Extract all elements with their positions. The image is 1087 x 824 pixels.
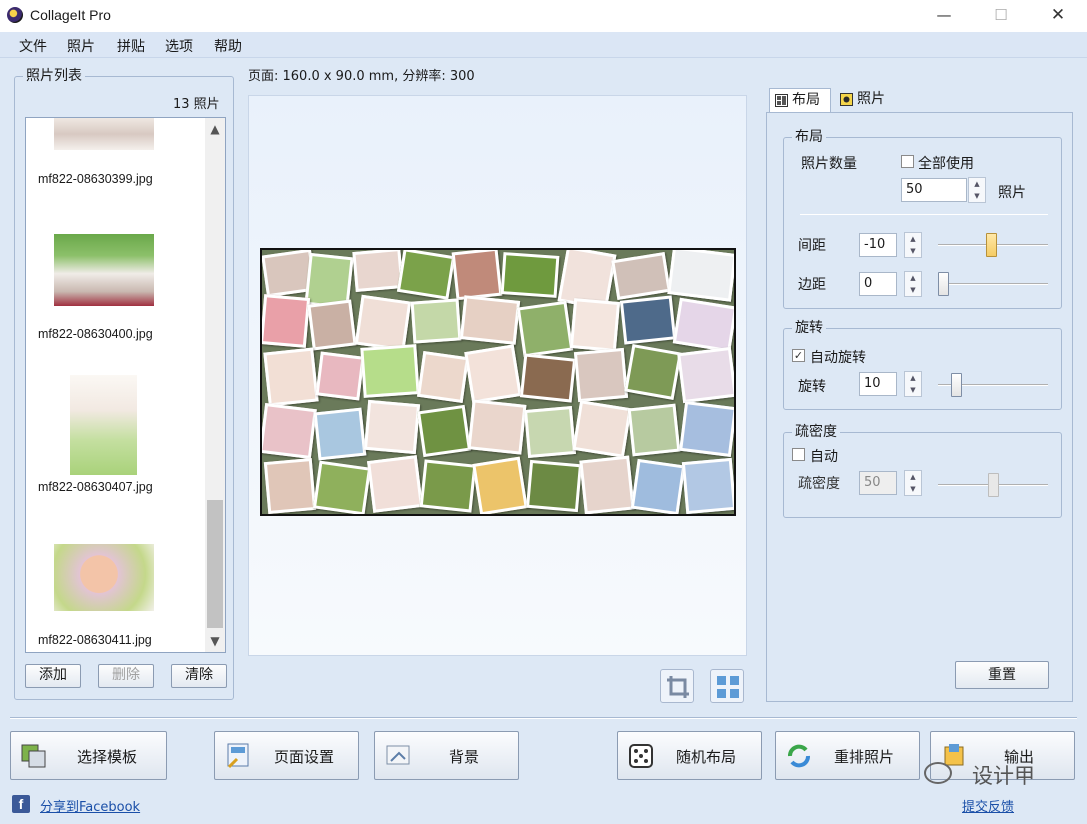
menu-bar: 文件 照片 拼贴 选项 帮助 <box>0 32 1087 58</box>
rotation-stepper[interactable]: ▲ ▼ <box>904 371 922 397</box>
divider <box>800 214 1048 215</box>
page-setup-icon <box>227 743 249 769</box>
margin-stepper[interactable]: ▲ ▼ <box>904 271 922 297</box>
density-input[interactable]: 50 <box>859 471 897 495</box>
margin-slider-thumb[interactable] <box>938 272 949 296</box>
photo-thumbnail <box>54 234 154 306</box>
photo-unit-label: 照片 <box>998 185 1026 201</box>
rotation-slider-thumb[interactable] <box>950 373 962 397</box>
photo-list-scrollbar[interactable]: ▲ ▼ <box>205 118 225 652</box>
tab-photo[interactable]: 照片 <box>835 88 897 113</box>
fit-to-window-icon[interactable] <box>710 669 744 703</box>
feedback-link[interactable]: 提交反馈 <box>962 796 1014 815</box>
random-layout-button[interactable]: 随机布局 <box>617 731 762 780</box>
bottom-divider <box>10 717 1077 719</box>
collage-preview[interactable] <box>260 248 736 516</box>
close-button[interactable]: ✕ <box>1040 4 1076 26</box>
rotation-label: 旋转 <box>798 379 826 395</box>
maximize-button[interactable]: ☐ <box>983 4 1019 26</box>
menu-photo[interactable]: 照片 <box>67 36 95 56</box>
choose-template-button[interactable]: 选择模板 <box>10 731 167 780</box>
reshuffle-label: 重排照片 <box>834 748 895 766</box>
list-item[interactable]: mf822-08630400.jpg <box>26 234 206 344</box>
minimize-button[interactable]: — <box>926 4 962 26</box>
density-stepper[interactable]: ▲ ▼ <box>904 470 922 496</box>
spacing-stepper[interactable]: ▲ ▼ <box>904 232 922 258</box>
rotation-input[interactable]: 10 <box>859 372 897 396</box>
photo-filename: mf822-08630400.jpg <box>38 327 153 341</box>
crop-icon[interactable] <box>660 669 694 703</box>
photo-count-input[interactable]: 50 <box>901 178 967 202</box>
photo-filename: mf822-08630407.jpg <box>38 480 153 494</box>
photo-list-title: 照片列表 <box>23 68 85 84</box>
dice-icon <box>629 744 653 768</box>
app-logo-icon <box>7 7 23 23</box>
photo-thumbnail <box>70 375 137 475</box>
photo-thumbnail <box>54 118 154 150</box>
refresh-icon <box>788 744 810 768</box>
template-icon <box>21 744 46 768</box>
margin-slider-track[interactable] <box>938 283 1048 285</box>
menu-collage[interactable]: 拼贴 <box>117 36 145 56</box>
rotation-group-title: 旋转 <box>792 320 826 336</box>
tab-layout-label: 布局 <box>792 92 820 108</box>
spacing-slider-thumb[interactable] <box>985 233 997 257</box>
photo-thumbnail <box>54 544 154 611</box>
random-layout-label: 随机布局 <box>676 748 737 766</box>
photo-count-label: 照片数量 <box>801 156 857 172</box>
margin-label: 边距 <box>798 277 826 293</box>
menu-help[interactable]: 帮助 <box>214 36 242 56</box>
spacing-label: 间距 <box>798 238 826 254</box>
title-bar: CollageIt Pro — ☐ ✕ <box>0 0 1087 32</box>
background-button[interactable]: 背景 <box>374 731 519 780</box>
delete-photo-button[interactable]: 删除 <box>98 664 154 688</box>
add-photo-button[interactable]: 添加 <box>25 664 81 688</box>
auto-rotate-label: 自动旋转 <box>810 350 866 366</box>
scroll-thumb[interactable] <box>207 500 223 628</box>
list-item[interactable]: mf822-08630407.jpg <box>26 375 206 495</box>
density-group-title: 疏密度 <box>792 424 840 440</box>
density-slider-thumb[interactable] <box>987 473 999 497</box>
window-title: CollageIt Pro <box>30 7 111 23</box>
layout-group-title: 布局 <box>792 129 826 145</box>
reshuffle-button[interactable]: 重排照片 <box>775 731 920 780</box>
margin-input[interactable]: 0 <box>859 272 897 296</box>
auto-density-checkbox[interactable] <box>792 448 805 461</box>
photo-count-stepper[interactable]: ▲ ▼ <box>968 177 986 203</box>
tab-layout[interactable]: 布局 <box>769 88 831 113</box>
watermark-text: 设计甲 <box>972 764 1035 788</box>
photo-filename: mf822-08630399.jpg <box>38 172 153 186</box>
spacing-input[interactable]: -10 <box>859 233 897 257</box>
page-setup-label: 页面设置 <box>274 748 335 766</box>
photo-filename: mf822-08630411.jpg <box>38 633 152 647</box>
density-label: 疏密度 <box>798 476 840 492</box>
facebook-icon[interactable]: f <box>12 795 30 813</box>
share-facebook-link[interactable]: 分享到Facebook <box>40 796 140 815</box>
photo-count: 13 照片 <box>173 97 220 112</box>
choose-template-label: 选择模板 <box>77 748 138 766</box>
auto-density-label: 自动 <box>810 449 838 465</box>
page-setup-button[interactable]: 页面设置 <box>214 731 359 780</box>
rotation-group: 旋转 <box>783 320 1062 410</box>
menu-file[interactable]: 文件 <box>19 36 47 56</box>
photo-list[interactable]: mf822-08630399.jpg mf822-08630400.jpg mf… <box>25 117 226 653</box>
wechat-icon <box>924 762 952 784</box>
menu-options[interactable]: 选项 <box>165 36 193 56</box>
scroll-up-icon[interactable]: ▲ <box>205 120 225 138</box>
background-icon <box>386 745 410 765</box>
clear-photos-button[interactable]: 清除 <box>171 664 227 688</box>
scroll-down-icon[interactable]: ▼ <box>205 632 225 650</box>
auto-rotate-checkbox[interactable]: ✓ <box>792 349 805 362</box>
reset-button[interactable]: 重置 <box>955 661 1049 689</box>
list-item[interactable]: mf822-08630399.jpg <box>26 118 206 198</box>
use-all-label: 全部使用 <box>918 156 974 172</box>
page-info: 页面: 160.0 x 90.0 mm, 分辨率: 300 <box>248 69 475 84</box>
background-label: 背景 <box>449 748 480 766</box>
list-item[interactable]: mf822-08630411.jpg <box>26 544 206 652</box>
layout-icon <box>775 94 788 107</box>
use-all-checkbox[interactable] <box>901 155 914 168</box>
photo-tab-icon <box>840 93 853 106</box>
tab-photo-label: 照片 <box>857 91 885 107</box>
